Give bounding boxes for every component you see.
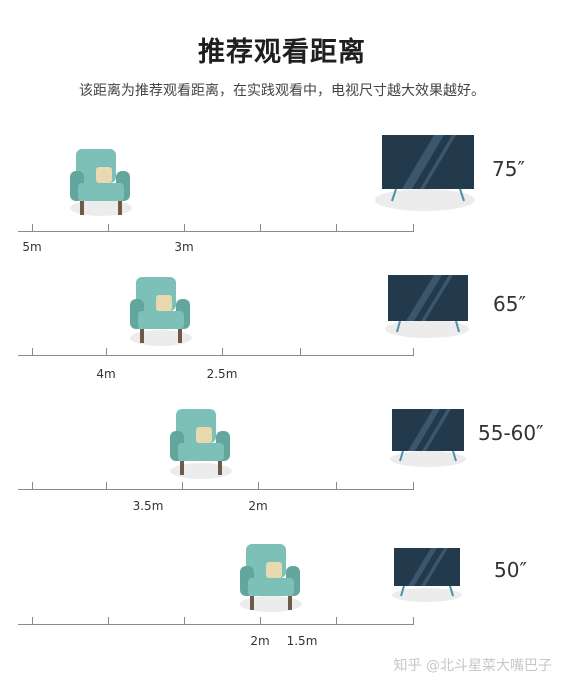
armchair-icon [240, 544, 300, 610]
near-distance-label: 2m [248, 499, 268, 513]
far-distance-label: 3.5m [132, 499, 164, 513]
distance-row-65: 65″ 4m 2.5m [0, 260, 564, 390]
axis-tick [184, 617, 185, 624]
axis-tick [260, 617, 261, 624]
axis-tick [32, 224, 33, 231]
armchair-icon [170, 409, 230, 475]
axis-tick [106, 482, 107, 489]
axis-tick [300, 348, 301, 355]
axis-tick [222, 348, 223, 355]
axis-tick [336, 224, 337, 231]
watermark: 知乎 @北斗星菜大嘴巴子 [393, 658, 552, 674]
axis-tick [108, 617, 109, 624]
axis-tick [106, 348, 107, 355]
tv-icon [394, 548, 460, 597]
axis-tick [260, 224, 261, 231]
page-title: 推荐观看距离 [198, 37, 366, 68]
axis-tick [413, 617, 414, 624]
distance-axis [18, 355, 414, 356]
far-distance-label: 2m [250, 634, 270, 648]
distance-row-75: 75″ 5m 3m [0, 125, 564, 255]
near-distance-label: 2.5m [206, 367, 238, 381]
page-subtitle: 该距离为推荐观看距离，在实践观看中，电视尺寸越大效果越好。 [79, 83, 485, 99]
tv-size-label: 55-60″ [478, 421, 544, 445]
axis-tick [32, 617, 33, 624]
armchair-icon [70, 149, 130, 215]
tv-icon [382, 135, 474, 202]
axis-tick [336, 617, 337, 624]
distance-row-55-60: 55-60″ 3.5m 2m [0, 395, 564, 525]
distance-row-50: 50″ 2m 1.5m [0, 530, 564, 660]
tv-size-label: 75″ [492, 157, 525, 181]
axis-tick [32, 482, 33, 489]
axis-tick [184, 224, 185, 231]
distance-axis [18, 231, 414, 232]
distance-axis [18, 624, 414, 625]
near-distance-label: 3m [174, 240, 194, 254]
axis-tick [182, 482, 183, 489]
axis-tick [336, 482, 337, 489]
near-distance-label: 1.5m [286, 634, 318, 648]
tv-icon [392, 409, 464, 462]
axis-tick [413, 482, 414, 489]
far-distance-label: 5m [22, 240, 42, 254]
tv-size-label: 50″ [494, 558, 527, 582]
armchair-icon [130, 277, 190, 343]
axis-tick [32, 348, 33, 355]
axis-tick [413, 224, 414, 231]
axis-tick [108, 224, 109, 231]
axis-tick [258, 482, 259, 489]
tv-icon [388, 275, 468, 333]
tv-size-label: 65″ [493, 292, 526, 316]
distance-axis [18, 489, 414, 490]
axis-tick [413, 348, 414, 355]
far-distance-label: 4m [96, 367, 116, 381]
